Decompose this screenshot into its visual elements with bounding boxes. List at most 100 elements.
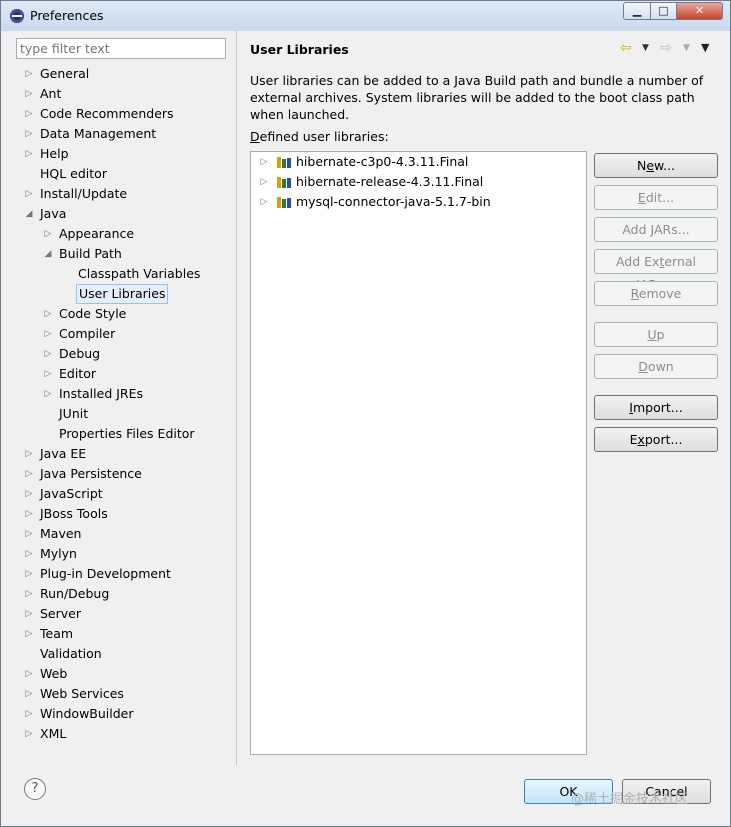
- tree-item-java-persistence[interactable]: ▷ Java Persistence: [9, 464, 235, 484]
- collapsed-twisty-icon[interactable]: ▷: [24, 464, 34, 484]
- tree-item-web[interactable]: ▷ Web: [9, 664, 235, 684]
- preferences-window: Preferences ▁ □ ✕ ▷ General ▷ Ant ▷ Code Reco…: [0, 0, 731, 827]
- collapsed-twisty-icon[interactable]: ▷: [259, 152, 269, 172]
- tree-item-general[interactable]: ▷ General: [9, 64, 235, 84]
- collapsed-twisty-icon[interactable]: ▷: [24, 544, 34, 564]
- collapsed-twisty-icon[interactable]: ▷: [43, 324, 53, 344]
- collapsed-twisty-icon[interactable]: ▷: [24, 484, 34, 504]
- title-bar[interactable]: Preferences ▁ □ ✕: [1, 1, 730, 31]
- up-button[interactable]: Up: [594, 322, 718, 347]
- collapsed-twisty-icon[interactable]: ▷: [24, 504, 34, 524]
- collapsed-twisty-icon[interactable]: ▷: [24, 624, 34, 644]
- minimize-button[interactable]: ▁: [623, 2, 651, 20]
- tree-item-xml[interactable]: ▷ XML: [9, 724, 235, 744]
- window-title: Preferences: [30, 8, 104, 23]
- remove-button[interactable]: Remove: [594, 281, 718, 306]
- tree-item-label: Web Services: [40, 686, 124, 701]
- tree-item-label: Install/Update: [40, 186, 128, 201]
- tree-item-label: Help: [40, 146, 69, 161]
- defined-libraries-label: Defined user libraries:: [250, 129, 389, 144]
- collapsed-twisty-icon[interactable]: ▷: [259, 192, 269, 212]
- new-button[interactable]: New...: [594, 153, 718, 178]
- watermark: @稀土掘金技术社区: [571, 792, 689, 807]
- back-menu-icon[interactable]: ▼: [642, 39, 649, 57]
- tree-item-ant[interactable]: ▷ Ant: [9, 84, 235, 104]
- collapsed-twisty-icon[interactable]: ▷: [24, 124, 34, 144]
- tree-item-code-style[interactable]: ▷ Code Style: [9, 304, 235, 324]
- tree-item-properties-files-editor[interactable]: Properties Files Editor: [9, 424, 235, 444]
- preference-page: User Libraries ⇦ ▼ ⇨ ▼ ▼ User libraries …: [237, 31, 730, 765]
- tree-item-label: Web: [40, 666, 68, 681]
- tree-item-label: Validation: [40, 646, 102, 661]
- collapsed-twisty-icon[interactable]: ▷: [24, 84, 34, 104]
- collapsed-twisty-icon[interactable]: ▷: [43, 224, 53, 244]
- tree-item-windowbuilder[interactable]: ▷ WindowBuilder: [9, 704, 235, 724]
- down-button[interactable]: Down: [594, 354, 718, 379]
- collapsed-twisty-icon[interactable]: ▷: [24, 564, 34, 584]
- maximize-button[interactable]: □: [650, 2, 677, 20]
- tree-item-java[interactable]: ◢ Java: [9, 204, 235, 224]
- tree-item-user-libraries[interactable]: User Libraries: [9, 284, 235, 304]
- tree-item-server[interactable]: ▷ Server: [9, 604, 235, 624]
- tree-item-build-path[interactable]: ◢ Build Path: [9, 244, 235, 264]
- collapsed-twisty-icon[interactable]: ▷: [24, 184, 34, 204]
- tree-item-classpath-variables[interactable]: Classpath Variables: [9, 264, 235, 284]
- collapsed-twisty-icon[interactable]: ▷: [24, 444, 34, 464]
- collapsed-twisty-icon[interactable]: ▷: [43, 344, 53, 364]
- tree-item-code-recommenders[interactable]: ▷ Code Recommenders: [9, 104, 235, 124]
- tree-item-compiler[interactable]: ▷ Compiler: [9, 324, 235, 344]
- forward-arrow-icon[interactable]: ⇨: [660, 39, 672, 57]
- close-button[interactable]: ✕: [676, 2, 723, 20]
- collapsed-twisty-icon[interactable]: ▷: [24, 684, 34, 704]
- collapsed-twisty-icon[interactable]: ▷: [24, 104, 34, 124]
- collapsed-twisty-icon[interactable]: ▷: [24, 664, 34, 684]
- tree-item-data-management[interactable]: ▷ Data Management: [9, 124, 235, 144]
- import-button[interactable]: Import...: [594, 395, 718, 420]
- collapsed-twisty-icon[interactable]: ▷: [259, 172, 269, 192]
- tree-item-maven[interactable]: ▷ Maven: [9, 524, 235, 544]
- collapsed-twisty-icon[interactable]: ▷: [24, 144, 34, 164]
- help-icon[interactable]: ?: [24, 778, 46, 800]
- tree-item-help[interactable]: ▷ Help: [9, 144, 235, 164]
- tree-item-editor[interactable]: ▷ Editor: [9, 364, 235, 384]
- tree-item-hql-editor[interactable]: HQL editor: [9, 164, 235, 184]
- collapsed-twisty-icon[interactable]: ▷: [43, 384, 53, 404]
- tree-item-mylyn[interactable]: ▷ Mylyn: [9, 544, 235, 564]
- collapsed-twisty-icon[interactable]: ▷: [43, 364, 53, 384]
- tree-item-plug-in-development[interactable]: ▷ Plug-in Development: [9, 564, 235, 584]
- tree-item-label: Properties Files Editor: [59, 426, 195, 441]
- expanded-twisty-icon[interactable]: ◢: [43, 244, 53, 264]
- collapsed-twisty-icon[interactable]: ▷: [43, 304, 53, 324]
- tree-item-jboss-tools[interactable]: ▷ JBoss Tools: [9, 504, 235, 524]
- tree-item-label: Code Style: [59, 306, 127, 321]
- expanded-twisty-icon[interactable]: ◢: [24, 204, 34, 224]
- tree-item-debug[interactable]: ▷ Debug: [9, 344, 235, 364]
- collapsed-twisty-icon[interactable]: ▷: [24, 524, 34, 544]
- back-arrow-icon[interactable]: ⇦: [620, 39, 632, 57]
- tree-item-web-services[interactable]: ▷ Web Services: [9, 684, 235, 704]
- collapsed-twisty-icon[interactable]: ▷: [24, 64, 34, 84]
- user-libraries-list[interactable]: ▷ hibernate-c3p0-4.3.11.Final ▷ hibernate-r…: [250, 151, 587, 755]
- tree-item-junit[interactable]: JUnit: [9, 404, 235, 424]
- collapsed-twisty-icon[interactable]: ▷: [24, 724, 34, 744]
- tree-item-team[interactable]: ▷ Team: [9, 624, 235, 644]
- tree-item-appearance[interactable]: ▷ Appearance: [9, 224, 235, 244]
- tree-item-validation[interactable]: Validation: [9, 644, 235, 664]
- export-button[interactable]: Export...: [594, 427, 718, 452]
- forward-menu-icon[interactable]: ▼: [683, 39, 690, 57]
- add-jars-button[interactable]: Add JARs...: [594, 217, 718, 242]
- edit-button[interactable]: Edit...: [594, 185, 718, 210]
- tree-item-javascript[interactable]: ▷ JavaScript: [9, 484, 235, 504]
- tree-item-install-update[interactable]: ▷ Install/Update: [9, 184, 235, 204]
- add-external-jars-button[interactable]: Add External JARs...: [594, 249, 718, 292]
- filter-input[interactable]: [16, 38, 226, 59]
- tree-item-installed-jres[interactable]: ▷ Installed JREs: [9, 384, 235, 404]
- view-menu-icon[interactable]: ▼: [701, 39, 709, 57]
- tree-item-label: Java Persistence: [40, 466, 142, 481]
- page-title: User Libraries: [250, 42, 349, 57]
- collapsed-twisty-icon[interactable]: ▷: [24, 584, 34, 604]
- collapsed-twisty-icon[interactable]: ▷: [24, 604, 34, 624]
- tree-item-java-ee[interactable]: ▷ Java EE: [9, 444, 235, 464]
- tree-item-run-debug[interactable]: ▷ Run/Debug: [9, 584, 235, 604]
- collapsed-twisty-icon[interactable]: ▷: [24, 704, 34, 724]
